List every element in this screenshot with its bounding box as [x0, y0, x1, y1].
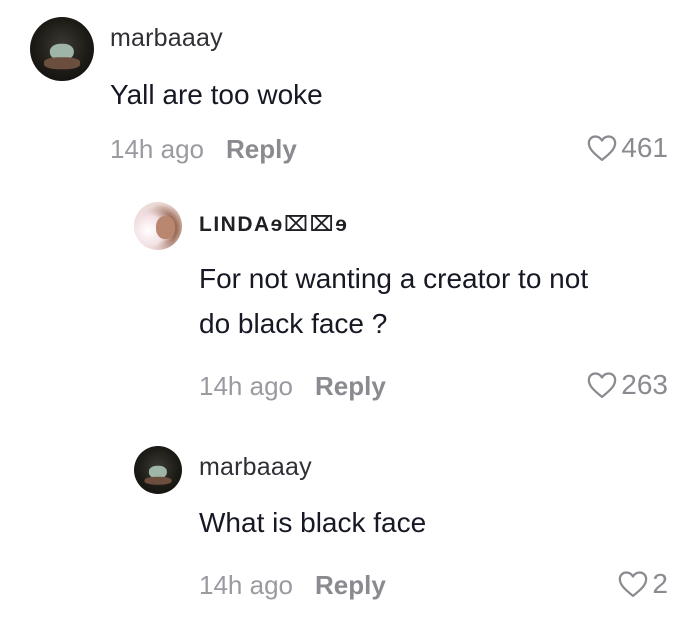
avatar[interactable] [134, 202, 182, 250]
avatar[interactable] [30, 17, 94, 81]
reply-button[interactable]: Reply [315, 570, 386, 600]
heart-outline-icon [588, 135, 617, 161]
avatar-hands-graphic [144, 476, 172, 485]
heart-outline-icon [588, 372, 617, 398]
avatar-face-graphic [155, 216, 175, 240]
comment-text: What is black face [199, 507, 427, 538]
like-button[interactable]: 2 [618, 568, 668, 600]
comment-text-line-2: do black face ? [199, 308, 388, 339]
comment-text-line-1: For not wanting a creator to not [199, 263, 589, 294]
comment-meta: 14h ago Reply [199, 570, 386, 601]
like-button[interactable]: 263 [587, 369, 668, 401]
comment-time: 14h ago [199, 570, 293, 600]
avatar-hands-graphic [44, 57, 80, 69]
comment-text: Yall are too woke [110, 79, 323, 110]
comment-username[interactable]: marbaaay [110, 24, 223, 53]
heart-outline-icon [619, 571, 648, 597]
like-count: 2 [652, 568, 668, 599]
comment-meta: 14h ago Reply [199, 371, 386, 402]
like-button[interactable]: 461 [587, 132, 668, 164]
comment-username[interactable]: LINDAɘ⌧⌧ɘ [199, 212, 348, 237]
comment-username[interactable]: marbaaay [199, 453, 312, 482]
avatar[interactable] [134, 446, 182, 494]
comment-time: 14h ago [199, 371, 293, 401]
comment-time: 14h ago [110, 134, 204, 164]
like-count: 461 [621, 132, 668, 163]
reply-button[interactable]: Reply [315, 371, 386, 401]
comment-meta: 14h ago Reply [110, 134, 297, 165]
like-count: 263 [621, 369, 668, 400]
reply-button[interactable]: Reply [226, 134, 297, 164]
